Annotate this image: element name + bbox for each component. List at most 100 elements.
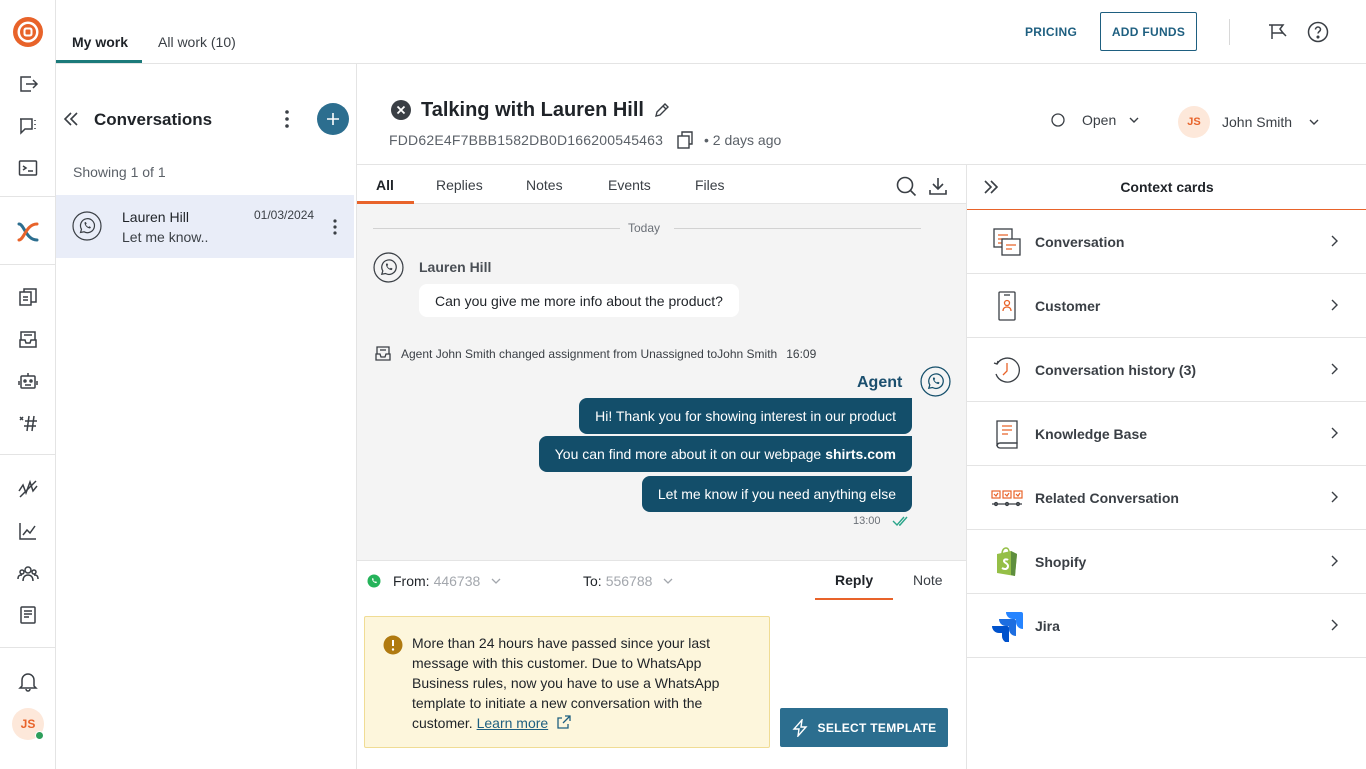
conversation-list-item[interactable]: Lauren Hill Let me know.. 01/03/2024 — [56, 195, 354, 258]
agent-name: John Smith — [1222, 114, 1293, 130]
learn-more-link[interactable]: Learn more — [477, 715, 549, 731]
notebook-icon[interactable] — [14, 601, 42, 629]
message-preview: Let me know.. — [122, 229, 209, 245]
tab-replies[interactable]: Replies — [436, 177, 483, 193]
terminal-icon[interactable] — [14, 154, 42, 182]
message-text: Let me know if you need anything else — [657, 486, 896, 502]
assignment-event: Agent John Smith changed assignment from… — [373, 344, 816, 364]
chevron-right-icon — [1331, 619, 1338, 631]
conversations-title: Conversations — [94, 110, 213, 129]
bot-icon[interactable] — [14, 367, 42, 395]
tab-notes[interactable]: Notes — [526, 177, 563, 193]
inbox-tray-icon[interactable] — [14, 325, 42, 353]
card-label: Customer — [1035, 298, 1101, 314]
collapse-left-icon[interactable] — [62, 110, 80, 128]
outgoing-message: Let me know if you need anything else — [641, 476, 912, 512]
copy-documents-icon[interactable] — [14, 283, 42, 311]
tab-reply[interactable]: Reply — [835, 572, 873, 588]
search-icon[interactable] — [895, 175, 917, 197]
jira-logo-icon — [991, 610, 1023, 642]
close-conversation-icon[interactable] — [390, 99, 412, 121]
shopify-logo-icon — [991, 546, 1023, 578]
team-icon[interactable] — [14, 559, 42, 587]
context-card-history[interactable]: Conversation history (3) — [967, 338, 1366, 402]
tab-my-work[interactable]: My work — [72, 34, 128, 50]
edit-pencil-icon[interactable] — [653, 101, 671, 119]
more-options-icon[interactable] — [278, 106, 296, 132]
chat-list-icon[interactable] — [14, 112, 42, 140]
card-label: Jira — [1035, 618, 1060, 634]
contact-name: Lauren Hill — [122, 209, 189, 225]
tab-note[interactable]: Note — [913, 572, 943, 588]
status-dropdown[interactable]: Open — [1050, 112, 1140, 128]
add-funds-button[interactable]: ADD FUNDS — [1100, 12, 1197, 51]
user-avatar[interactable]: JS — [12, 708, 44, 740]
activity-icon[interactable] — [14, 475, 42, 503]
user-initials: JS — [20, 717, 36, 731]
lightning-icon — [791, 718, 808, 737]
chevron-right-icon — [1331, 491, 1338, 503]
hashtag-icon[interactable] — [14, 409, 42, 437]
pricing-link[interactable]: PRICING — [1025, 25, 1077, 39]
context-cards-title: Context cards — [1120, 179, 1214, 195]
assignee-dropdown[interactable]: JS John Smith — [1178, 106, 1320, 138]
chevron-down-icon — [663, 578, 673, 584]
context-card-customer[interactable]: Customer — [967, 274, 1366, 338]
select-template-label: SELECT TEMPLATE — [817, 720, 937, 735]
incoming-sender: Lauren Hill — [419, 259, 492, 275]
outbox-icon[interactable] — [14, 70, 42, 98]
help-icon[interactable] — [1306, 20, 1330, 44]
tab-files[interactable]: Files — [695, 177, 725, 193]
chevron-right-icon — [1331, 299, 1338, 311]
bell-icon[interactable] — [14, 667, 42, 695]
from-value: 446738 — [433, 573, 481, 589]
to-dropdown[interactable]: To: 556788 — [583, 573, 674, 589]
card-label: Conversation history (3) — [1035, 362, 1197, 378]
copy-icon[interactable] — [675, 130, 695, 150]
tab-events[interactable]: Events — [608, 177, 651, 193]
context-card-knowledge-base[interactable]: Knowledge Base — [967, 402, 1366, 466]
announcement-flag-icon[interactable] — [1266, 20, 1290, 44]
item-more-icon[interactable] — [328, 217, 342, 237]
chevron-right-icon — [1331, 427, 1338, 439]
card-label: Related Conversation — [1035, 490, 1179, 506]
tab-active-indicator — [815, 598, 893, 600]
whatsapp-icon — [373, 252, 404, 283]
date-divider: Today — [628, 221, 661, 235]
new-conversation-button[interactable] — [317, 103, 349, 135]
context-cards-header: Context cards — [967, 165, 1366, 210]
outgoing-message: Hi! Thank you for showing interest in ou… — [579, 398, 912, 434]
context-card-related-conversation[interactable]: Related Conversation — [967, 466, 1366, 530]
context-card-shopify[interactable]: Shopify — [967, 530, 1366, 594]
external-link-icon[interactable] — [556, 714, 572, 730]
event-text: Agent John Smith changed assignment from… — [401, 347, 778, 361]
event-time: 16:09 — [786, 347, 817, 361]
download-icon[interactable] — [927, 175, 949, 197]
context-card-conversation[interactable]: Conversation — [967, 210, 1366, 274]
context-cards-panel: Context cards Conversation Customer Conv… — [966, 165, 1366, 769]
message-link-text[interactable]: shirts.com — [825, 446, 896, 462]
showing-count: Showing 1 of 1 — [73, 164, 166, 180]
cx-brand-icon[interactable] — [14, 218, 42, 246]
outgoing-sender: Agent — [857, 374, 903, 391]
tab-all-work[interactable]: All work (10) — [158, 34, 236, 50]
app-logo[interactable] — [12, 16, 44, 48]
customer-card-icon — [991, 290, 1023, 322]
conversation-title: Talking with Lauren Hill — [421, 99, 644, 121]
card-label: Conversation — [1035, 234, 1125, 250]
context-card-jira[interactable]: Jira — [967, 594, 1366, 658]
card-label: Knowledge Base — [1035, 426, 1148, 442]
select-template-button[interactable]: SELECT TEMPLATE — [780, 708, 948, 747]
from-dropdown[interactable]: From: 446738 — [367, 573, 502, 589]
online-status-dot — [35, 731, 44, 740]
tab-all[interactable]: All — [376, 177, 394, 193]
app-rail: JS — [0, 0, 56, 769]
related-conversation-icon — [991, 482, 1023, 514]
analytics-chart-icon[interactable] — [14, 517, 42, 545]
compose-area: From: 446738 To: 556788 Reply Note More … — [357, 560, 966, 769]
knowledge-book-icon — [991, 418, 1023, 450]
from-label: From: — [393, 573, 430, 589]
message-time: 13:00 — [853, 515, 881, 527]
outgoing-message: You can find more about it on our webpag… — [538, 436, 912, 472]
chevron-right-icon — [1331, 363, 1338, 375]
